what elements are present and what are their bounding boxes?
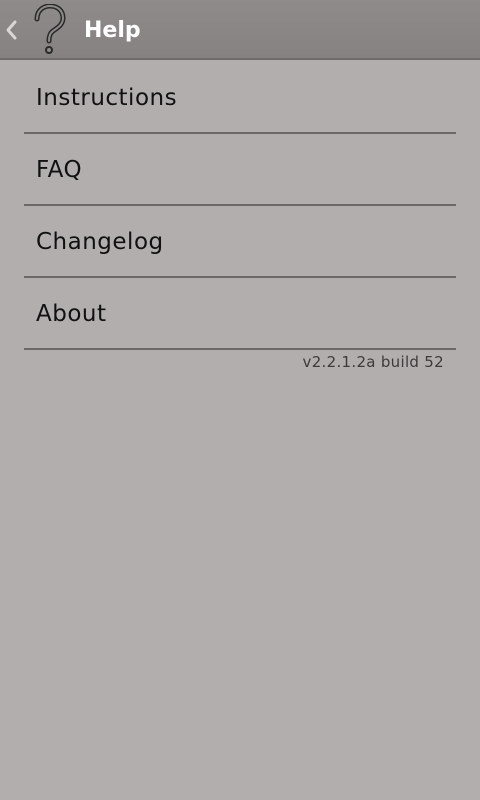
menu-item-about[interactable]: About [24, 278, 456, 350]
help-menu-list: Instructions FAQ Changelog About [24, 62, 456, 350]
action-bar: Help [0, 0, 480, 60]
menu-item-faq[interactable]: FAQ [24, 134, 456, 206]
menu-item-label: Changelog [36, 229, 164, 255]
menu-item-label: Instructions [36, 85, 178, 111]
app-screen: Help Instructions FAQ Changelog About v2… [0, 0, 480, 800]
menu-item-label: FAQ [36, 157, 83, 183]
menu-item-changelog[interactable]: Changelog [24, 206, 456, 278]
menu-item-instructions[interactable]: Instructions [24, 62, 456, 134]
chevron-left-icon[interactable] [4, 16, 18, 44]
version-label: v2.2.1.2a build 52 [302, 353, 444, 371]
menu-item-label: About [36, 301, 107, 327]
question-mark-icon[interactable] [28, 4, 70, 56]
page-title: Help [84, 18, 141, 43]
